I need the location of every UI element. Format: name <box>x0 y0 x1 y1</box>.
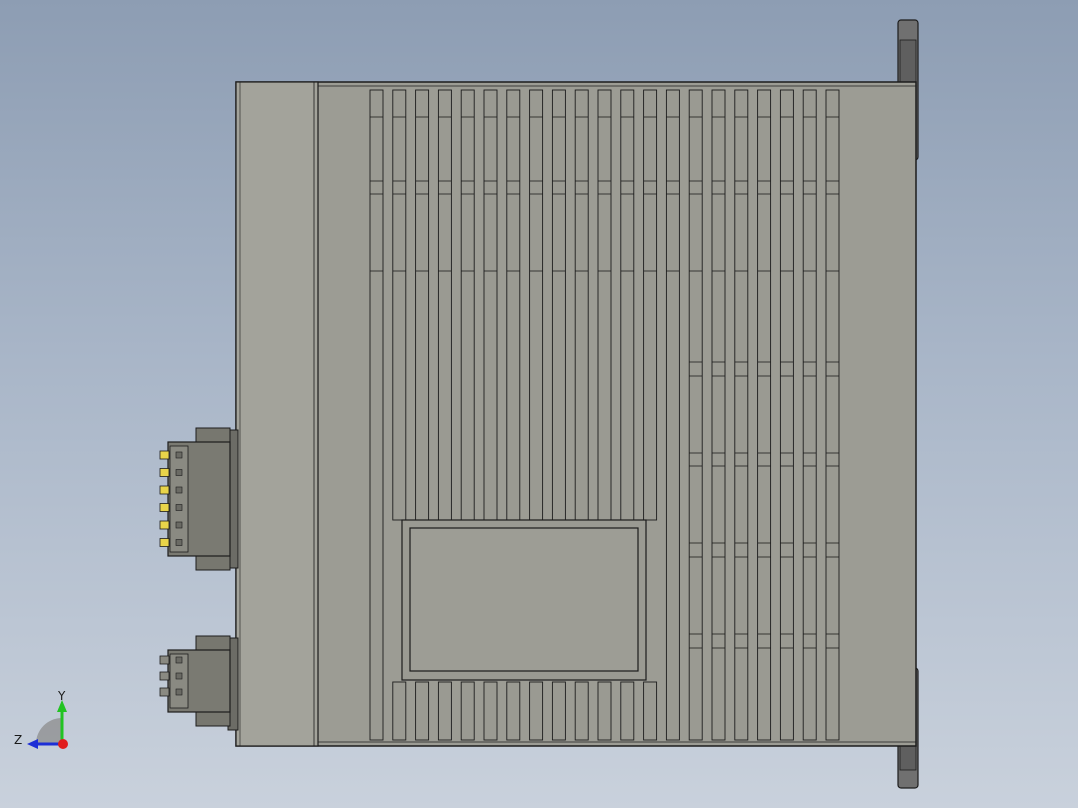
vent-slot <box>506 681 521 741</box>
vent-slot <box>483 681 498 741</box>
connector-top <box>159 427 239 571</box>
connector-socket <box>175 469 183 476</box>
connector-pin <box>159 520 170 530</box>
vent-slot <box>460 681 475 741</box>
connector-socket <box>175 672 183 680</box>
z-axis-label: Z <box>14 733 22 747</box>
vent-slot <box>551 89 566 521</box>
connector-socket <box>175 688 183 696</box>
y-axis-label: Y <box>57 689 66 703</box>
connector-bottom <box>159 635 239 731</box>
connector-pin <box>159 538 170 547</box>
vent-slot <box>802 89 817 741</box>
cad-model-view[interactable]: Y Z <box>0 0 1078 808</box>
vent-slot <box>620 89 635 521</box>
vent-slot <box>643 89 658 521</box>
vent-slot <box>483 89 498 521</box>
connector-socket <box>175 539 183 546</box>
z-axis-head <box>27 739 38 749</box>
vent-slot <box>392 681 407 741</box>
front-panel <box>235 81 319 747</box>
connector-pin <box>159 450 170 460</box>
connector-pin <box>159 485 170 495</box>
vent-slot <box>597 89 612 521</box>
x-axis-dot <box>58 739 68 749</box>
vent-slot <box>415 89 430 521</box>
vent-slot <box>369 89 384 741</box>
triad-arc <box>36 718 62 744</box>
vent-slot <box>437 681 452 741</box>
vent-slot <box>757 89 772 741</box>
vent-slot <box>665 89 680 741</box>
vent-slot <box>392 89 407 521</box>
vent-slot <box>551 681 566 741</box>
connector-socket <box>175 451 183 459</box>
cad-viewport[interactable]: Y Z <box>0 0 1078 808</box>
label-plate <box>401 519 647 681</box>
connector-pin <box>159 503 170 512</box>
connector-socket <box>175 656 183 664</box>
vent-slot <box>734 89 749 741</box>
connector-pin <box>159 671 170 681</box>
vent-slot <box>529 89 544 521</box>
vent-slot <box>779 89 794 741</box>
vent-slot <box>825 89 840 741</box>
vent-slot <box>597 681 612 741</box>
vent-slot <box>688 89 703 741</box>
vent-slot <box>574 89 589 521</box>
vent-slot <box>437 89 452 521</box>
vent-slot <box>574 681 589 741</box>
connector-pin <box>159 655 170 665</box>
vent-slot <box>415 681 430 741</box>
orientation-triad: Y Z <box>14 689 68 749</box>
connector-pin <box>159 687 170 697</box>
connector-socket <box>175 486 183 494</box>
vent-slot <box>643 681 658 741</box>
connector-socket <box>175 504 183 511</box>
connector-socket <box>175 521 183 529</box>
vent-slot <box>711 89 726 741</box>
connector-pin <box>159 468 170 477</box>
vent-slot <box>529 681 544 741</box>
vent-slot <box>506 89 521 521</box>
vent-slot <box>620 681 635 741</box>
vent-slot <box>460 89 475 521</box>
